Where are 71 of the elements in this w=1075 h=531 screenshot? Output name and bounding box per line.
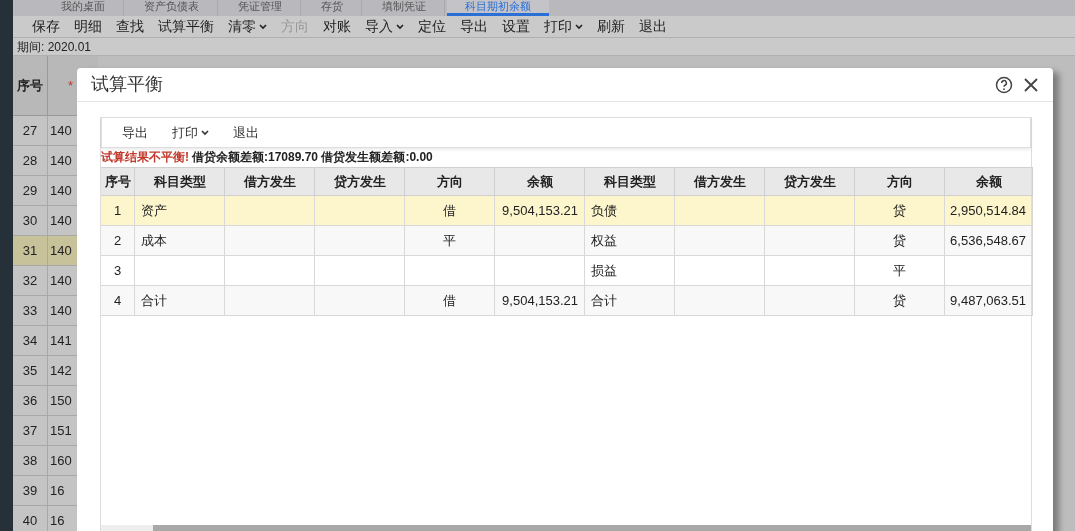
table-row[interactable]: 34 141 bbox=[13, 326, 77, 356]
horizontal-scrollbar[interactable] bbox=[101, 525, 1031, 531]
table-row[interactable]: 29 140 bbox=[13, 176, 77, 206]
toolbar-button[interactable]: 清零 bbox=[221, 16, 274, 37]
table-cell-text: 贷 bbox=[893, 291, 906, 310]
table-row[interactable]: 4 合计 借 9,504,153.21 合计 贷 9,487,063.51 bbox=[101, 286, 1031, 316]
table-cell-text: 9,487,063.51 bbox=[950, 291, 1026, 310]
toolbar-button[interactable]: 打印 bbox=[537, 16, 590, 37]
dialog-title: 试算平衡 bbox=[91, 73, 163, 96]
caret-icon bbox=[575, 23, 583, 30]
row-number: 4 bbox=[113, 291, 122, 310]
table-row[interactable]: 33 140 bbox=[13, 296, 77, 326]
table-row[interactable]: 40 16 bbox=[13, 506, 77, 531]
caret-icon bbox=[259, 23, 267, 30]
table-cell-text: 6,536,548.67 bbox=[950, 231, 1026, 250]
table-cell-text: 平 bbox=[443, 231, 456, 250]
table-cell-text: 9,504,153.21 bbox=[502, 201, 578, 220]
table-cell-text: 9,504,153.21 bbox=[502, 291, 578, 310]
toolbar-button[interactable]: 明细 bbox=[67, 16, 109, 37]
period-label: 期间: 2020.01 bbox=[17, 38, 92, 56]
table-cell-text: 合计 bbox=[141, 291, 167, 310]
table-cell-text: 贷 bbox=[893, 201, 906, 220]
toolbar-button[interactable]: 试算平衡 bbox=[151, 16, 221, 37]
row-number: 2 bbox=[113, 231, 122, 250]
table-row[interactable]: 32 140 bbox=[13, 266, 77, 296]
toolbar-button[interactable]: 导入 bbox=[358, 16, 411, 37]
table-cell-text: 借 bbox=[443, 291, 456, 310]
help-icon[interactable] bbox=[995, 75, 1013, 94]
toolbar-button[interactable]: 定位 bbox=[411, 16, 453, 37]
toolbar-button[interactable]: 导出 bbox=[453, 16, 495, 37]
table-cell-text: 借 bbox=[443, 201, 456, 220]
toolbar-button[interactable]: 设置 bbox=[495, 16, 537, 37]
toolbar-button[interactable]: 导出 bbox=[112, 122, 158, 143]
table-cell-text: 损益 bbox=[591, 261, 617, 280]
table-row[interactable]: 2 成本 平 权益 贷 6,536,548.67 bbox=[101, 226, 1031, 256]
table-row[interactable]: 38 160 bbox=[13, 446, 77, 476]
table-row[interactable]: 27 140 bbox=[13, 116, 77, 146]
table-row[interactable]: 28 140 bbox=[13, 146, 77, 176]
table-row[interactable]: 35 142 bbox=[13, 356, 77, 386]
table-row[interactable]: 37 151 bbox=[13, 416, 77, 446]
table-cell-text: 权益 bbox=[591, 231, 617, 250]
toolbar-button[interactable]: 退出 bbox=[632, 16, 674, 37]
table-row[interactable]: 30 140 bbox=[13, 206, 77, 236]
table-row[interactable]: 3 损益 平 bbox=[101, 256, 1031, 286]
table-row[interactable]: 1 资产 借 9,504,153.21 负债 贷 2,950,514.84 bbox=[101, 196, 1031, 226]
table-row[interactable]: 31 140 bbox=[13, 236, 77, 266]
difference-summary: 借贷余额差额:17089.70 借贷发生额差额:0.00 bbox=[192, 149, 433, 166]
table-cell-text: 资产 bbox=[141, 201, 167, 220]
status-message: 试算结果不平衡! bbox=[101, 149, 189, 166]
close-icon[interactable] bbox=[1023, 76, 1039, 93]
toolbar-button[interactable]: 打印 bbox=[162, 122, 219, 143]
toolbar-button[interactable]: 查找 bbox=[109, 16, 151, 37]
caret-icon bbox=[201, 129, 209, 136]
table-cell-text: 2,950,514.84 bbox=[950, 201, 1026, 220]
toolbar-button[interactable]: 退出 bbox=[223, 122, 269, 143]
row-number: 40 bbox=[13, 506, 48, 531]
column-header: 序号 bbox=[13, 56, 48, 116]
caret-icon bbox=[396, 23, 404, 30]
row-number: 3 bbox=[113, 261, 122, 280]
table-cell-text: 贷 bbox=[893, 231, 906, 250]
table-cell-text: 合计 bbox=[591, 291, 617, 310]
toolbar-button[interactable]: 保存 bbox=[25, 16, 67, 37]
table-cell-text: 负债 bbox=[591, 201, 617, 220]
table-cell-text: 成本 bbox=[141, 231, 167, 250]
table-row[interactable]: 36 150 bbox=[13, 386, 77, 416]
row-number: 1 bbox=[113, 201, 122, 220]
required-mark: * bbox=[68, 76, 74, 95]
toolbar-button[interactable]: 刷新 bbox=[590, 16, 632, 37]
table-cell-text: 平 bbox=[893, 261, 906, 280]
table-row[interactable]: 39 16 bbox=[13, 476, 77, 506]
toolbar-button[interactable]: 对账 bbox=[316, 16, 358, 37]
